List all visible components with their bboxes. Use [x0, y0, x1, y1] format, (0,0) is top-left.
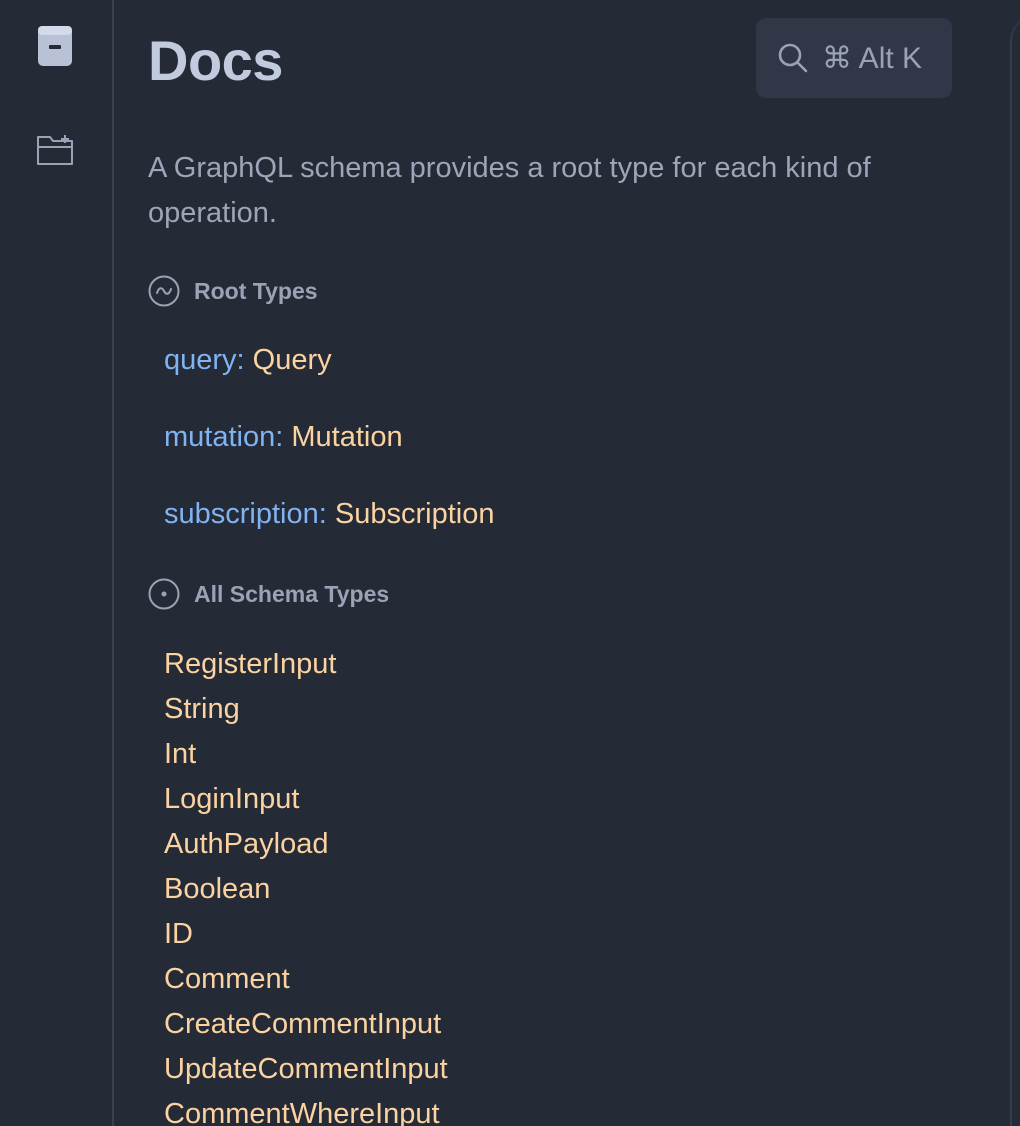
all-schema-types-header: All Schema Types — [148, 577, 389, 611]
root-types-title: Root Types — [194, 277, 318, 304]
root-types-icon — [148, 275, 180, 307]
schema-types-icon — [148, 578, 180, 610]
root-field-colon: : — [275, 421, 284, 453]
docs-book-icon — [38, 26, 72, 66]
docs-explorer-button[interactable] — [27, 18, 83, 74]
graphiql-app: Docs ⌘ Alt K A GraphQL schema provides a… — [0, 0, 1020, 1126]
root-type-link[interactable]: Mutation — [291, 421, 402, 453]
search-icon — [778, 43, 808, 73]
root-type-query: query: Query — [164, 344, 332, 377]
sidebar — [0, 0, 114, 1126]
root-types-header: Root Types — [148, 274, 318, 308]
root-type-mutation: mutation: Mutation — [164, 421, 403, 454]
root-type-link[interactable]: Query — [253, 344, 332, 376]
schema-type-link[interactable]: ID — [164, 912, 448, 957]
docs-title: Docs — [148, 29, 283, 92]
editor-panel-edge — [1008, 0, 1020, 1126]
add-folder-icon — [37, 135, 73, 165]
schema-type-link[interactable]: LoginInput — [164, 777, 448, 822]
docs-panel: Docs ⌘ Alt K A GraphQL schema provides a… — [148, 0, 968, 1126]
root-field-colon: : — [318, 498, 327, 530]
root-field-name[interactable]: subscription — [164, 498, 319, 530]
root-type-subscription: subscription: Subscription — [164, 498, 494, 531]
docs-search-button[interactable]: ⌘ Alt K — [756, 18, 952, 98]
history-button[interactable] — [27, 122, 83, 178]
schema-type-link[interactable]: CreateCommentInput — [164, 1002, 448, 1047]
schema-type-link[interactable]: String — [164, 687, 448, 732]
root-type-link[interactable]: Subscription — [335, 498, 495, 530]
schema-type-list: RegisterInput String Int LoginInput Auth… — [164, 642, 448, 1126]
root-field-name[interactable]: mutation — [164, 421, 275, 453]
search-shortcut-label: ⌘ Alt K — [822, 41, 923, 75]
schema-type-link[interactable]: UpdateCommentInput — [164, 1047, 448, 1092]
schema-type-link[interactable]: Comment — [164, 957, 448, 1002]
schema-type-link[interactable]: CommentWhereInput — [164, 1092, 448, 1126]
editor-panel-border — [1010, 14, 1020, 1126]
schema-type-link[interactable]: AuthPayload — [164, 822, 448, 867]
schema-type-link[interactable]: RegisterInput — [164, 642, 448, 687]
schema-type-link[interactable]: Int — [164, 732, 448, 777]
root-field-name[interactable]: query — [164, 344, 237, 376]
root-field-colon: : — [236, 344, 245, 376]
schema-description: A GraphQL schema provides a root type fo… — [148, 152, 871, 229]
all-schema-types-title: All Schema Types — [194, 580, 390, 607]
schema-type-link[interactable]: Boolean — [164, 867, 448, 912]
